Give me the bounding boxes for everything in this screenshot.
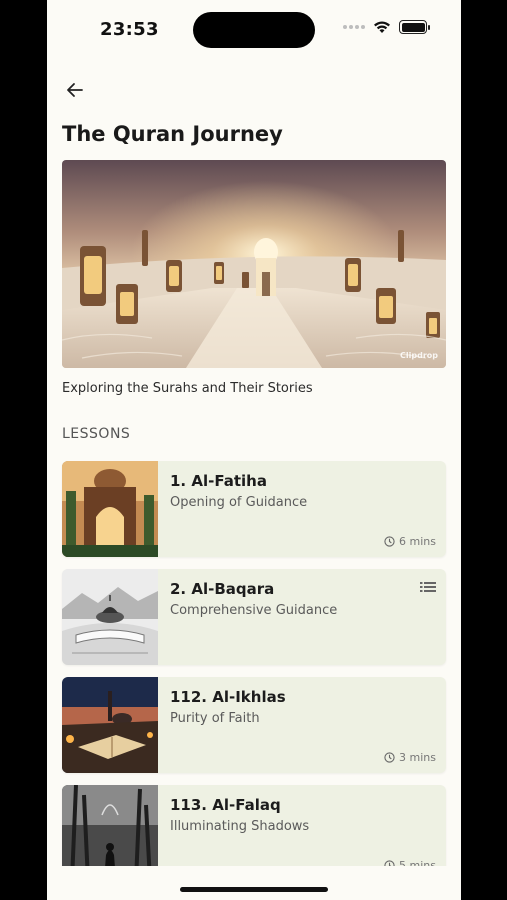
status-bar: 23:53 (47, 0, 461, 60)
lesson-subtitle: Illuminating Shadows (170, 819, 310, 834)
status-icons (343, 20, 430, 34)
lesson-list: 1. Al-Fatiha Opening of Guidance 6 mins (62, 461, 446, 893)
lesson-card-al-fatiha[interactable]: 1. Al-Fatiha Opening of Guidance 6 mins (62, 461, 446, 557)
lesson-subtitle: Purity of Faith (170, 711, 260, 726)
battery-icon (399, 20, 430, 34)
app-screen: 23:53 The Quran Journey Clipdrop Explori… (47, 0, 461, 900)
lesson-duration-text: 6 mins (399, 535, 436, 548)
lesson-subtitle: Comprehensive Guidance (170, 603, 338, 618)
lesson-duration: 3 mins (384, 751, 436, 764)
hero-watermark: Clipdrop (400, 351, 438, 360)
back-button[interactable] (61, 76, 89, 104)
home-indicator[interactable] (180, 887, 328, 892)
lesson-thumbnail (62, 569, 158, 665)
lesson-thumbnail (62, 461, 158, 557)
wifi-icon (374, 21, 390, 33)
hero-image: Clipdrop (62, 160, 446, 368)
dynamic-island (193, 12, 315, 48)
lesson-card-al-ikhlas[interactable]: 112. Al-Ikhlas Purity of Faith 3 mins (62, 677, 446, 773)
clock-icon (384, 536, 395, 547)
lesson-subtitle: Opening of Guidance (170, 495, 308, 510)
lesson-thumbnail (62, 677, 158, 773)
back-arrow-icon (67, 83, 83, 97)
lesson-duration: 6 mins (384, 535, 436, 548)
page-title: The Quran Journey (62, 122, 283, 146)
lesson-title: 2. Al-Baqara (170, 580, 275, 598)
lesson-title: 1. Al-Fatiha (170, 472, 267, 490)
section-label: LESSONS (62, 426, 131, 442)
list-icon[interactable] (420, 581, 436, 593)
lesson-title: 112. Al-Ikhlas (170, 688, 286, 706)
status-time: 23:53 (100, 19, 159, 40)
page-subtitle: Exploring the Surahs and Their Stories (62, 381, 313, 396)
lesson-title: 113. Al-Falaq (170, 796, 281, 814)
bottom-safe-area (47, 866, 461, 900)
lesson-card-al-baqara[interactable]: 2. Al-Baqara Comprehensive Guidance (62, 569, 446, 665)
clock-icon (384, 752, 395, 763)
lesson-duration-text: 3 mins (399, 751, 436, 764)
signal-icon (343, 25, 365, 29)
